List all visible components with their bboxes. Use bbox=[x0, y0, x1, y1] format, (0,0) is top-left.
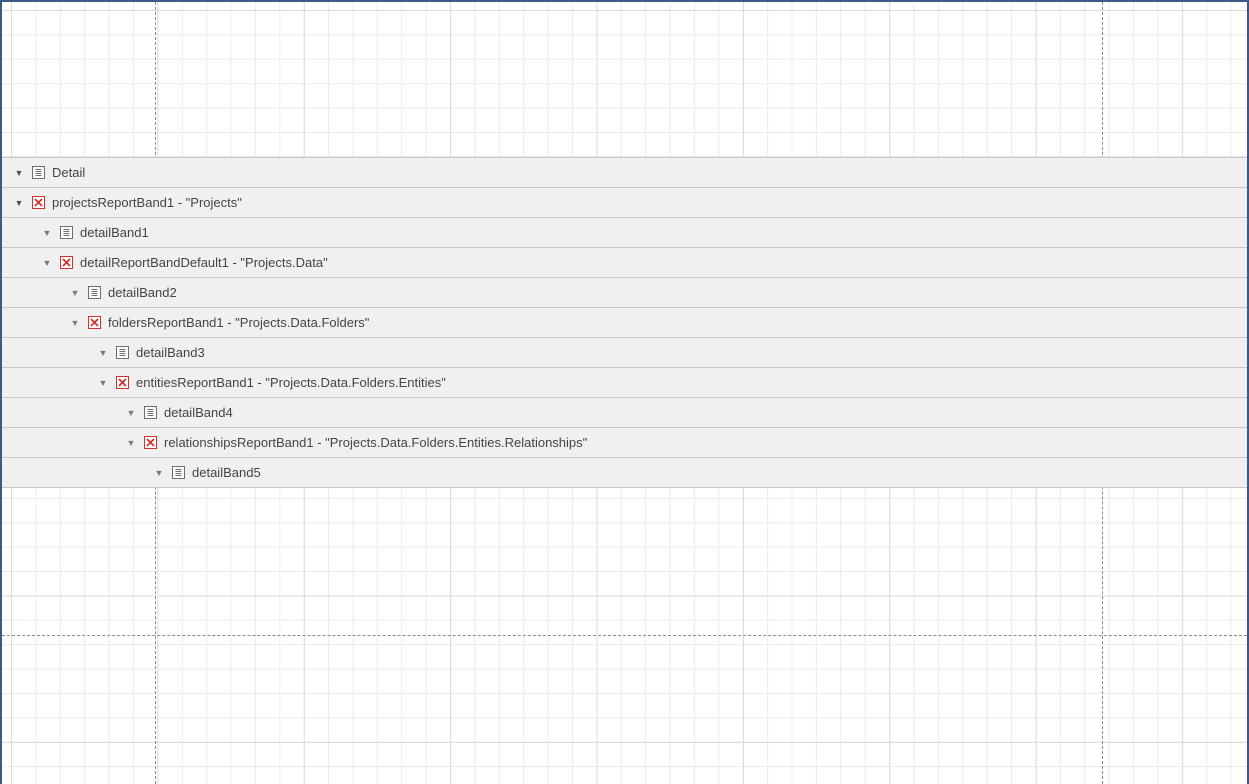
band-label: detailBand4 bbox=[164, 405, 233, 420]
band-label: projectsReportBand1 - "Projects" bbox=[52, 195, 242, 210]
band-row[interactable]: ▼ projectsReportBand1 - "Projects" bbox=[2, 188, 1247, 218]
report-designer-surface[interactable]: ▼ Detail ▼ projectsReportBand1 - "Projects"… bbox=[0, 0, 1249, 784]
page-bottom-line bbox=[2, 635, 1247, 636]
expand-arrow-icon[interactable]: ▼ bbox=[124, 408, 138, 418]
band-label: detailBand5 bbox=[192, 465, 261, 480]
band-tree: ▼ Detail ▼ projectsReportBand1 - "Projects"… bbox=[2, 157, 1247, 488]
band-label: entitiesReportBand1 - "Projects.Data.Fol… bbox=[136, 375, 446, 390]
detail-band-icon bbox=[116, 346, 129, 359]
expand-arrow-icon[interactable]: ▼ bbox=[12, 198, 26, 208]
detail-band-icon bbox=[172, 466, 185, 479]
band-label: Detail bbox=[52, 165, 86, 180]
expand-arrow-icon[interactable]: ▼ bbox=[124, 438, 138, 448]
band-label: detailReportBandDefault1 - "Projects.Dat… bbox=[80, 255, 328, 270]
band-row[interactable]: ▼ detailBand2 bbox=[2, 278, 1247, 308]
band-row[interactable]: ▼ detailBand5 bbox=[2, 458, 1247, 488]
expand-arrow-icon[interactable]: ▼ bbox=[68, 318, 82, 328]
report-band-x-icon bbox=[144, 436, 157, 449]
band-row[interactable]: ▼ detailBand1 bbox=[2, 218, 1247, 248]
band-label: detailBand2 bbox=[108, 285, 177, 300]
band-row[interactable]: ▼ entitiesReportBand1 - "Projects.Data.Fo… bbox=[2, 368, 1247, 398]
band-row[interactable]: ▼ detailBand4 bbox=[2, 398, 1247, 428]
report-band-x-icon bbox=[60, 256, 73, 269]
band-row[interactable]: ▼ Detail bbox=[2, 158, 1247, 188]
band-row[interactable]: ▼ foldersReportBand1 - "Projects.Data.Fol… bbox=[2, 308, 1247, 338]
report-band-x-icon bbox=[88, 316, 101, 329]
band-row[interactable]: ▼ relationshipsReportBand1 - "Projects.Da… bbox=[2, 428, 1247, 458]
band-label: detailBand3 bbox=[136, 345, 205, 360]
report-band-x-icon bbox=[32, 196, 45, 209]
expand-arrow-icon[interactable]: ▼ bbox=[40, 258, 54, 268]
band-row[interactable]: ▼ detailBand3 bbox=[2, 338, 1247, 368]
report-band-x-icon bbox=[116, 376, 129, 389]
detail-band-icon bbox=[32, 166, 45, 179]
detail-band-icon bbox=[144, 406, 157, 419]
band-label: relationshipsReportBand1 - "Projects.Dat… bbox=[164, 435, 588, 450]
expand-arrow-icon[interactable]: ▼ bbox=[68, 288, 82, 298]
expand-arrow-icon[interactable]: ▼ bbox=[40, 228, 54, 238]
band-row[interactable]: ▼ detailReportBandDefault1 - "Projects.Da… bbox=[2, 248, 1247, 278]
expand-arrow-icon[interactable]: ▼ bbox=[12, 168, 26, 178]
band-label: foldersReportBand1 - "Projects.Data.Fold… bbox=[108, 315, 370, 330]
detail-band-icon bbox=[60, 226, 73, 239]
expand-arrow-icon[interactable]: ▼ bbox=[96, 378, 110, 388]
expand-arrow-icon[interactable]: ▼ bbox=[152, 468, 166, 478]
expand-arrow-icon[interactable]: ▼ bbox=[96, 348, 110, 358]
detail-band-icon bbox=[88, 286, 101, 299]
band-label: detailBand1 bbox=[80, 225, 149, 240]
